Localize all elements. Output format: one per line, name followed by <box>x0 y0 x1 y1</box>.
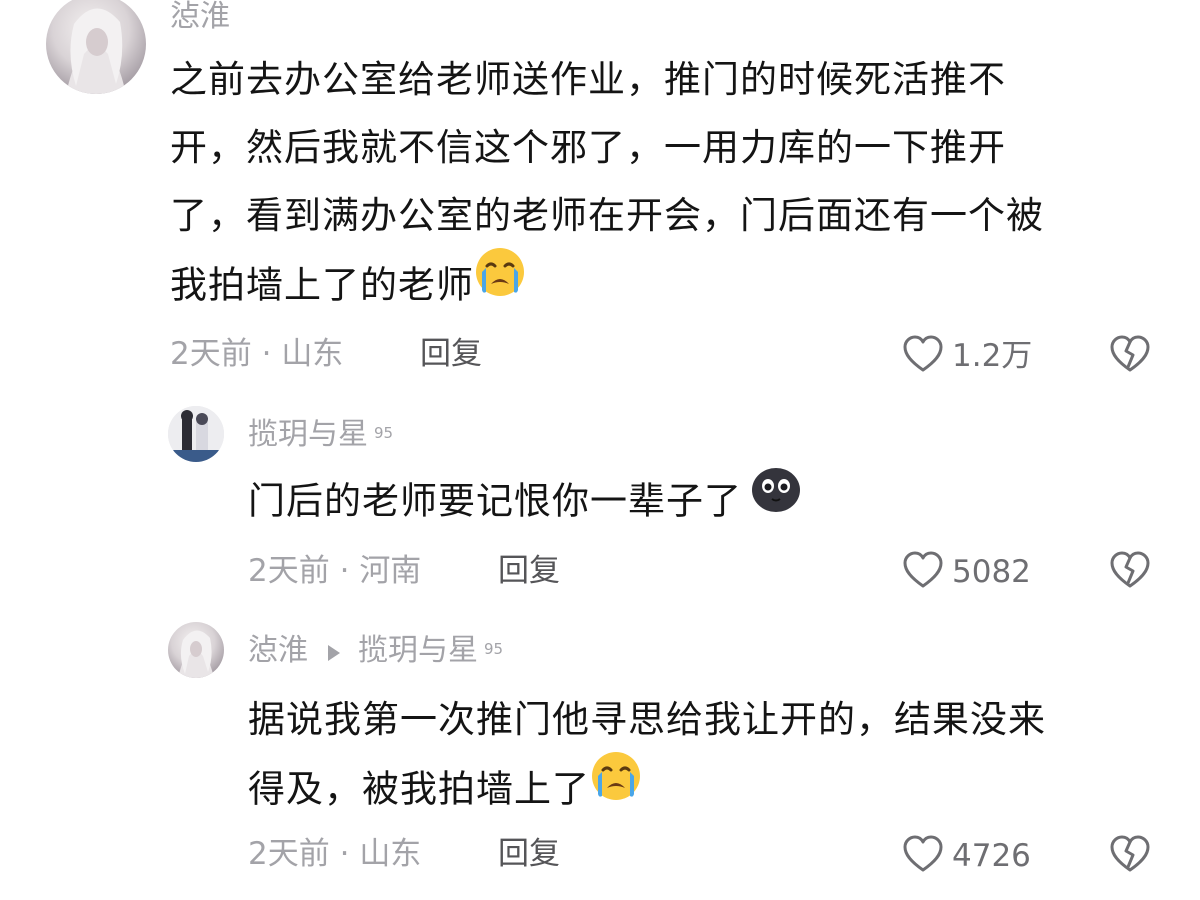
comment-meta: 2天前 · 山东 <box>248 836 421 872</box>
reply-button[interactable]: 回复 <box>498 553 560 589</box>
location: 河南 <box>359 553 422 589</box>
comment-2: 揽玥与星 95 门后的老师要记恨你一辈子了 2天前 · 河南 回复 5082 <box>0 390 1200 610</box>
comment-line-last: 我拍墙上了的老师 <box>170 248 1170 324</box>
location: 山东 <box>281 336 344 372</box>
heart-outline-icon[interactable] <box>902 334 944 378</box>
like-button[interactable]: 1.2万 <box>902 334 1032 378</box>
comment-3: 惉淮 揽玥与星 95 据说我第一次推门他寻思给我让开的，结果没来 得及，被我拍墙上了… <box>0 610 1200 900</box>
meta-separator: · <box>339 836 350 872</box>
comment-username[interactable]: 揽玥与星 95 <box>248 418 393 452</box>
broken-heart-outline-icon[interactable] <box>1108 551 1152 594</box>
username-text[interactable]: 惉淮 <box>248 633 308 668</box>
broken-heart-outline-icon[interactable] <box>1108 835 1152 878</box>
comment-username[interactable]: 惉淮 揽玥与星 95 <box>248 634 503 668</box>
username-text[interactable]: 惉淮 <box>170 0 230 34</box>
dislike-button[interactable] <box>1108 334 1152 378</box>
dark-blob-face-icon <box>750 462 802 536</box>
avatar[interactable] <box>168 622 224 678</box>
comment-username[interactable]: 惉淮 <box>170 0 230 34</box>
comment-line: 开，然后我就不信这个邪了，一用力库的一下推开 <box>170 126 1006 169</box>
dislike-button[interactable] <box>1108 834 1152 878</box>
timestamp: 2天前 <box>170 336 252 372</box>
comment-meta: 2天前 · 河南 <box>248 553 421 589</box>
user-badge: 95 <box>484 640 504 658</box>
avatar[interactable] <box>46 0 146 94</box>
heart-outline-icon[interactable] <box>902 550 944 594</box>
like-count: 4726 <box>952 838 1031 874</box>
loudly-crying-face-icon <box>590 750 642 824</box>
comment-line: 据说我第一次推门他寻思给我让开的，结果没来 <box>248 698 1046 741</box>
location: 山东 <box>359 836 422 872</box>
meta-separator: · <box>339 553 350 589</box>
dislike-button[interactable] <box>1108 550 1152 594</box>
comment-meta: 2天前 · 山东 <box>170 336 343 372</box>
avatar[interactable] <box>168 406 224 462</box>
meta-separator: · <box>261 336 272 372</box>
comment-line-last: 门后的老师要记恨你一辈子了 <box>248 466 1168 540</box>
broken-heart-outline-icon[interactable] <box>1108 335 1152 378</box>
reply-to-username[interactable]: 揽玥与星 <box>358 633 478 668</box>
comment-line: 之前去办公室给老师送作业，推门的时候死活推不 <box>170 58 1006 101</box>
like-button[interactable]: 4726 <box>902 834 1031 878</box>
comment-line: 了，看到满办公室的老师在开会，门后面还有一个被 <box>170 194 1044 237</box>
like-count: 5082 <box>952 554 1031 590</box>
user-badge: 95 <box>374 424 394 442</box>
timestamp: 2天前 <box>248 836 330 872</box>
timestamp: 2天前 <box>248 553 330 589</box>
like-count: 1.2万 <box>952 338 1033 374</box>
reply-button[interactable]: 回复 <box>420 336 482 372</box>
comment-text: 门后的老师要记恨你一辈子了 <box>248 466 1168 540</box>
heart-outline-icon[interactable] <box>902 834 944 878</box>
comment-line-last: 得及，被我拍墙上了 <box>248 752 1168 828</box>
username-text[interactable]: 揽玥与星 <box>248 417 368 452</box>
comment-text: 据说我第一次推门他寻思给我让开的，结果没来 得及，被我拍墙上了 <box>248 686 1168 828</box>
comment-text: 之前去办公室给老师送作业，推门的时候死活推不 开，然后我就不信这个邪了，一用力库… <box>170 46 1170 324</box>
reply-arrow-icon <box>328 645 340 661</box>
like-button[interactable]: 5082 <box>902 550 1031 594</box>
loudly-crying-face-icon <box>474 246 526 320</box>
reply-button[interactable]: 回复 <box>498 836 560 872</box>
comment-1: 惉淮 之前去办公室给老师送作业，推门的时候死活推不 开，然后我就不信这个邪了，一… <box>0 0 1200 390</box>
